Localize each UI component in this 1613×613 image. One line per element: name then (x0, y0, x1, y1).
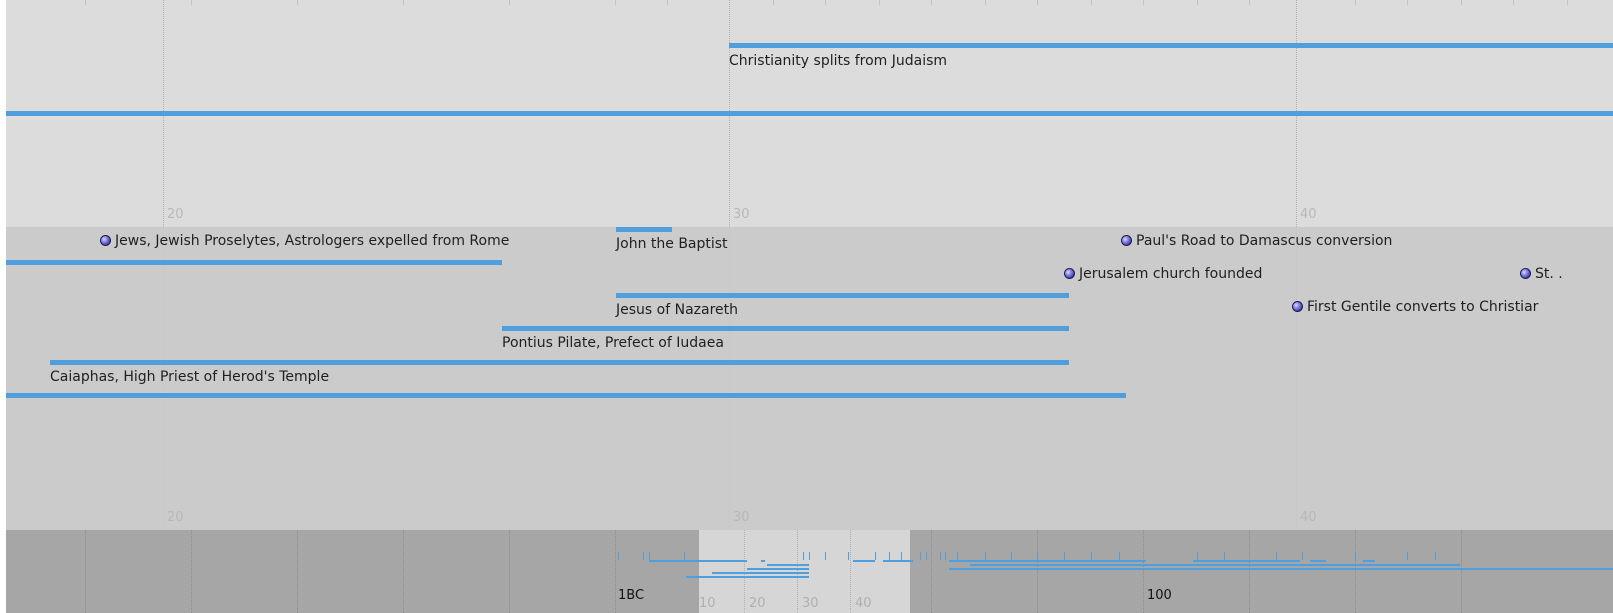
event-bar-long[interactable] (6, 111, 1613, 116)
event-st-partial[interactable]: St. . (1520, 266, 1563, 282)
event-label-john-baptist[interactable]: John the Baptist (616, 236, 728, 252)
gridline (403, 530, 404, 613)
event-label-jesus[interactable]: Jesus of Nazareth (616, 302, 738, 318)
gridline-40 (1296, 227, 1297, 530)
gridline (615, 530, 616, 613)
event-point-icon (1520, 268, 1531, 279)
highlight-tick-40: 40 (855, 596, 872, 611)
gridline (191, 530, 192, 613)
event-label-first-gentile: First Gentile converts to Christiar (1307, 299, 1539, 315)
event-point-icon (100, 235, 111, 246)
gridline (1355, 530, 1356, 613)
event-bar-jews-expelled[interactable] (6, 260, 502, 265)
event-label-christianity[interactable]: Christianity splits from Judaism (729, 53, 947, 69)
timeline-band-decades[interactable]: Christianity splits from Judaism 20 30 4… (6, 0, 1613, 227)
event-bar-jesus[interactable] (616, 293, 1069, 298)
gridline (85, 530, 86, 613)
timeline-band-years[interactable]: Jews, Jewish Proselytes, Astrologers exp… (6, 227, 1613, 530)
event-bar-john-baptist[interactable] (616, 227, 672, 232)
event-label-jews-expelled: Jews, Jewish Proselytes, Astrologers exp… (115, 233, 510, 249)
event-point-icon (1064, 268, 1075, 279)
gridline (1249, 530, 1250, 613)
event-jews-expelled[interactable]: Jews, Jewish Proselytes, Astrologers exp… (100, 233, 509, 249)
tick-label-30: 30 (733, 207, 750, 222)
event-bar-pontius[interactable] (502, 326, 1069, 331)
tick-label-20: 20 (167, 510, 184, 525)
event-point-icon (1292, 301, 1303, 312)
highlight-tick-30: 30 (802, 596, 819, 611)
event-first-gentile[interactable]: First Gentile converts to Christiar (1292, 299, 1538, 315)
timeline[interactable]: Christianity splits from Judaism 20 30 4… (6, 0, 1613, 613)
gridline (297, 530, 298, 613)
highlight-gridline (850, 530, 851, 613)
event-label-pontius[interactable]: Pontius Pilate, Prefect of Iudaea (502, 335, 724, 351)
tick-label-40: 40 (1300, 510, 1317, 525)
tick-label-20: 20 (167, 207, 184, 222)
gridline (931, 530, 932, 613)
event-point-icon (1121, 235, 1132, 246)
event-pauls-road[interactable]: Paul's Road to Damascus conversion (1121, 233, 1392, 249)
event-label-caiaphas[interactable]: Caiaphas, High Priest of Herod's Temple (50, 369, 329, 385)
timeline-band-overview[interactable]: 10 20 30 40 1BC 100 (6, 530, 1613, 613)
overview-label-1bc: 1BC (618, 588, 645, 603)
tick-label-30: 30 (733, 510, 750, 525)
event-bar-christianity[interactable] (729, 43, 1613, 48)
event-bar-caiaphas[interactable] (50, 360, 1069, 365)
overview-label-100: 100 (1147, 588, 1172, 603)
event-label-st-partial: St. . (1535, 266, 1563, 282)
event-bar-long-2[interactable] (6, 393, 1126, 398)
highlight-tick-10: 10 (699, 596, 716, 611)
gridline (1461, 530, 1462, 613)
gridline (1143, 530, 1144, 613)
event-label-jerusalem-church: Jerusalem church founded (1079, 266, 1263, 282)
highlight-tick-20: 20 (749, 596, 766, 611)
gridline (1037, 530, 1038, 613)
event-jerusalem-church[interactable]: Jerusalem church founded (1064, 266, 1262, 282)
tick-label-40: 40 (1300, 207, 1317, 222)
gridline (509, 530, 510, 613)
gridline-30 (729, 227, 730, 530)
event-label-pauls-road: Paul's Road to Damascus conversion (1136, 233, 1393, 249)
